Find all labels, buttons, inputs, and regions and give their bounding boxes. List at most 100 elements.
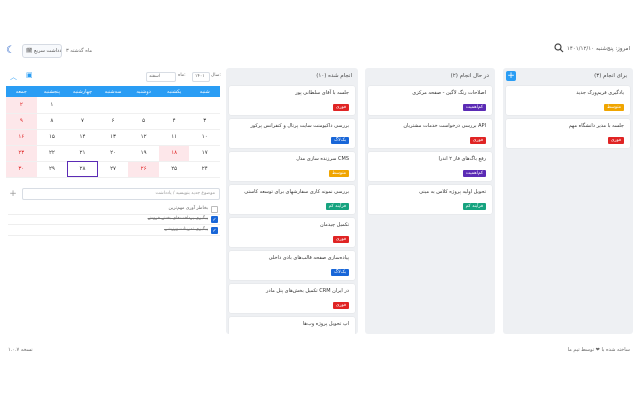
priority-tag: کم‌اهمیت [462,170,486,177]
chevron-up-icon[interactable]: ︿ [10,72,17,82]
task-card[interactable]: یادگیری فریم‌ورک جدید متوسط [506,86,630,115]
task-text: بررسی داکیومنت سایت پرتال و کنفرانس پرکو… [250,123,349,129]
calendar-day[interactable]: ۴ [158,113,190,130]
calendar-day[interactable]: ۲۳ [6,145,37,162]
search-icon[interactable] [554,43,564,53]
calendar-day[interactable]: ۲۴ [189,161,220,178]
calendar-header: ︿ ▣ اسفند ماه: ۱۴۰۱ سال: [6,68,221,86]
task-text: جلسه با آقای سلطانی پور [295,90,349,96]
calendar-day[interactable]: ۲۲ [36,145,68,162]
year-select[interactable]: ۱۴۰۱ [192,72,210,82]
task-card[interactable]: تکمیل بخش‌های پنل مادر CRM در ایران فوری [229,284,355,313]
task-card[interactable]: جلسه با آقای سلطانی پور فوری [229,86,355,115]
calendar-day[interactable]: ۱۹ [128,145,159,162]
task-card[interactable]: سرزنده سازی مدل CMS متوسط [229,152,355,181]
task-text: بررسی نمونه کاری سفارشهای برای توسعه کاس… [244,189,349,195]
task-text: پیاده‌سازی صفحه قالب‌های بادی داخلی [268,255,349,261]
task-card[interactable]: تحویل اولیه پروژه کلاس به مینی فرآیند کم [368,185,492,214]
todo-checkbox[interactable] [211,206,218,213]
task-card[interactable]: بررسی درخواست خدمات مشتریان API فوری [368,119,492,148]
calendar-day[interactable]: ۲۱ [67,145,98,162]
priority-tag: فوری [469,137,486,144]
todo-item: پیگیری پرداخت‌های بخش فروش ✓ [8,215,220,225]
month-label: ماه: [178,73,186,78]
calendar-day[interactable]: ۱۶ [6,129,37,146]
calendar-day[interactable]: ۱ [36,97,68,114]
calendar-day[interactable]: ۷ [67,113,98,130]
year-label: سال: [211,73,221,78]
calendar-day[interactable]: ۵ [128,113,159,130]
calendar-day[interactable]: ۱۵ [36,129,68,146]
version-label: نسخه ۱.۰.۷ [8,347,33,353]
calendar-day[interactable]: ۲۰ [97,145,129,162]
calendar-day[interactable]: ۲ [6,97,37,114]
priority-tag: متوسط [603,104,624,111]
calendar-day[interactable]: ۶ [97,113,129,130]
page: ☾ 🗓 یادداشت سریع ۳ ماه گذشته امروز: پنج‌… [0,0,640,400]
calendar-day[interactable]: ۲۶ [128,161,159,178]
priority-tag: بک‌لاگ [331,137,349,144]
calendar-day[interactable]: ۲۵ [158,161,190,178]
calendar-panel: ︿ ▣ اسفند ماه: ۱۴۰۱ سال: شنبه یکشنبه دوش… [6,68,221,178]
task-text: بررسی درخواست خدمات مشتریان API [403,123,486,129]
quick-note-button[interactable]: 🗓 یادداشت سریع [22,44,62,58]
task-card[interactable]: رفع باگ‌های فاز ۲ اندرا کم‌اهمیت [368,152,492,181]
todo-checkbox[interactable]: ✓ [211,227,218,234]
task-card[interactable]: بررسی نمونه کاری سفارشهای برای توسعه کاس… [229,185,355,214]
calendar-day[interactable]: ۲۹ [36,161,68,178]
calendar-day[interactable] [189,97,220,114]
todo-text: بخاطر آوری مهم‌ترین [168,206,208,211]
add-card-button[interactable]: + [506,71,516,81]
todo-checkbox[interactable]: ✓ [211,216,218,223]
add-todo-button[interactable]: + [8,188,18,200]
calendar-day-today[interactable]: ۲۸ [67,161,98,178]
weekday-label: دوشنبه [128,86,159,97]
calendar-day[interactable]: ۱۰ [189,129,220,146]
priority-tag: بک‌لاگ [331,269,349,276]
task-text: یادگیری فریم‌ورک جدید [576,90,624,96]
calendar-day[interactable] [97,97,129,114]
calendar-day[interactable] [158,97,190,114]
task-text: تکمیل چیدمان [319,222,349,228]
calendar-day[interactable]: ۱۳ [97,129,129,146]
task-card[interactable]: تکمیل چیدمان فوری [229,218,355,247]
column-header: انجام شده (۱۰) [226,68,358,86]
weekday-label: چهارشنبه [67,86,98,97]
priority-tag: کم‌اهمیت [462,104,486,111]
priority-tag: فوری [332,302,349,309]
month-select[interactable]: اسفند [146,72,176,82]
column-title: در حال انجام (۲) [450,73,489,79]
task-card[interactable]: بررسی داکیومنت سایت پرتال و کنفرانس پرکو… [229,119,355,148]
calendar-day[interactable]: ۱۲ [128,129,159,146]
task-text: سرزنده سازی مدل CMS [296,156,349,162]
column-title: برای انجام (۳) [594,73,627,79]
task-text: اصلاحات رنگ لاگین - صفحه مرکزی [412,90,486,96]
priority-tag: متوسط [328,170,349,177]
calendar-day[interactable]: ۱۷ [189,145,220,162]
calendar-day[interactable]: ۱۸ [158,145,190,162]
task-card[interactable]: جلسه با مدیر دانشگاه مهم فوری [506,119,630,148]
todo-input[interactable]: موضوع جدید بنویسید / یادداشت [22,188,220,200]
calendar-day[interactable] [67,97,98,114]
task-text: تحویل اولیه پروژه کلاس به مینی [419,189,486,195]
weekday-label: پنجشنبه [36,86,68,97]
moon-icon[interactable]: ☾ [6,46,16,56]
calendar-day[interactable]: ۱۱ [158,129,190,146]
task-card[interactable]: اصلاحات رنگ لاگین - صفحه مرکزی کم‌اهمیت [368,86,492,115]
task-card[interactable]: پیاده‌سازی صفحه قالب‌های بادی داخلی بک‌ل… [229,251,355,280]
column-todo: + برای انجام (۳) یادگیری فریم‌ورک جدید م… [503,68,633,334]
calendar-day[interactable]: ۸ [36,113,68,130]
calendar-day[interactable]: ۱۴ [67,129,98,146]
calendar-icon[interactable]: ▣ [26,71,33,79]
todo-item: پیگیری تمرینات ورزشی ✓ [8,226,220,236]
column-header: + برای انجام (۳) [503,68,633,86]
calendar-day[interactable] [128,97,159,114]
date-greeting: امروز: پنج‌شنبه ۱۴۰۱/۱۲/۱۰ [566,46,630,52]
todo-item: بخاطر آوری مهم‌ترین [8,205,220,215]
calendar-day[interactable]: ۳۰ [6,161,37,178]
range-select[interactable]: ۳ ماه گذشته [66,44,118,58]
calendar-day[interactable]: ۲۷ [97,161,129,178]
task-card[interactable]: اپ تحویل پروژه وب‌ها [229,317,355,334]
calendar-day[interactable]: ۳ [189,113,220,130]
calendar-day[interactable]: ۹ [6,113,37,130]
